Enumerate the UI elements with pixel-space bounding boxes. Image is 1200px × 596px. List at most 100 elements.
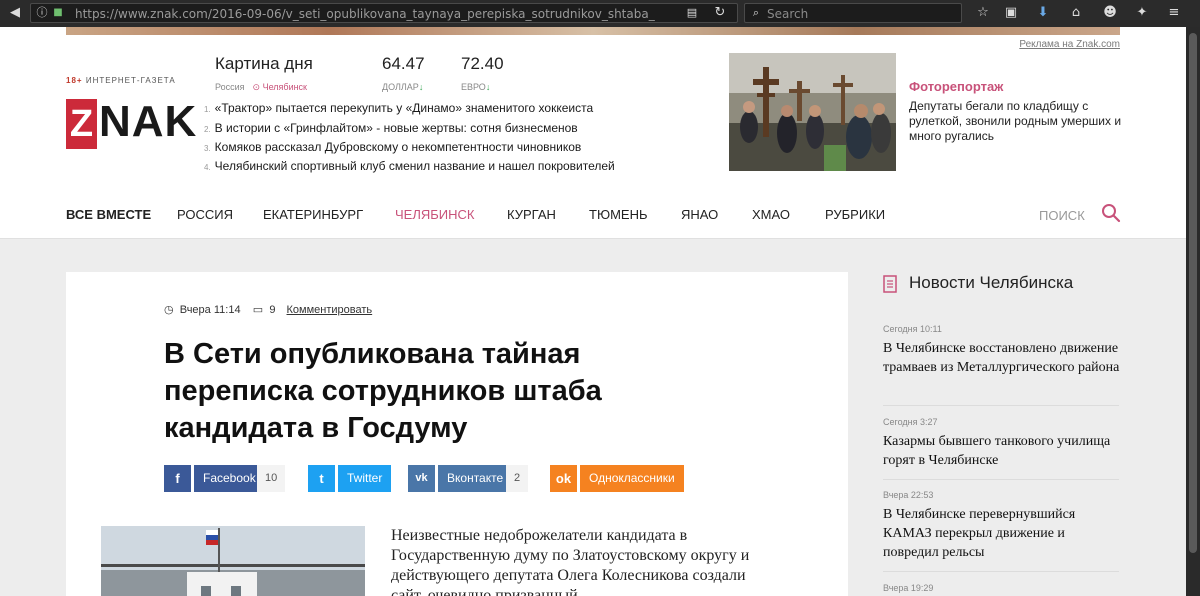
photo-report-label[interactable]: Фоторепортаж [909, 79, 1003, 94]
location-pin-icon: ⊙ [252, 82, 261, 92]
lock-icon: ■ [53, 7, 63, 18]
news-time: Сегодня 10:11 [883, 324, 942, 334]
share-facebook-count: 10 [257, 465, 286, 492]
comment-link[interactable]: Комментировать [287, 304, 373, 316]
headline-text[interactable]: Комяков рассказал Дубровскому о некомпет… [215, 140, 582, 154]
logo-text[interactable]: NAK [99, 97, 197, 147]
top-headline[interactable]: 1. «Трактор» пытается перекупить у «Динам… [204, 101, 593, 115]
nav-item-yanao[interactable]: ЯНАО [681, 207, 718, 222]
back-icon[interactable]: ◀ [6, 4, 24, 22]
page-content: Реклама на Znak.com 18+ ИНТЕРНЕТ-ГАЗЕТА … [0, 27, 1186, 596]
twitter-icon[interactable]: t [308, 465, 335, 492]
article-image[interactable] [101, 526, 365, 596]
nav-item-ekaterinburg[interactable]: ЕКАТЕРИНБУРГ [263, 207, 363, 222]
divider [883, 405, 1119, 406]
share-ok-label[interactable]: Одноклассники [580, 465, 684, 492]
top-headline[interactable]: 4. Челябинский спортивный клуб сменил наз… [204, 159, 615, 173]
home-icon[interactable]: ⌂ [1067, 4, 1085, 22]
browser-toolbar: ◀ ⓘ ■ https://www.znak.com/2016-09-06/v_… [0, 0, 1200, 27]
share-facebook[interactable]: f Facebook 10 [164, 465, 291, 492]
down-arrow-icon: ↓ [418, 82, 424, 92]
day-picture-title[interactable]: Картина дня [215, 54, 313, 74]
clipboard-icon[interactable]: ▣ [1002, 4, 1020, 22]
news-time: Сегодня 3:27 [883, 417, 938, 427]
share-facebook-label[interactable]: Facebook [194, 465, 265, 492]
vk-icon[interactable]: vk [408, 465, 435, 492]
share-ok[interactable]: ok Одноклассники [550, 465, 684, 492]
photo-report-text[interactable]: Депутаты бегали по кладбищу с рулеткой, … [909, 99, 1124, 144]
nav-item-all[interactable]: ВСЕ ВМЕСТЕ [66, 207, 151, 222]
nav-item-russia[interactable]: РОССИЯ [177, 207, 233, 222]
age-rating: 18+ [66, 76, 83, 85]
building-with-flag-photo [101, 526, 365, 596]
news-headline[interactable]: Казармы бывшего танкового училища горят … [883, 432, 1123, 470]
eur-label: ЕВРО↓ [461, 82, 490, 92]
top-ad-banner[interactable] [66, 27, 1120, 35]
article-card: ◷ Вчера 11:14 ▭ 9 Комментировать В Сети … [66, 272, 848, 596]
download-icon[interactable]: ⬇ [1034, 4, 1052, 22]
headline-text[interactable]: В истории с «Гринфлайтом» - новые жертвы… [215, 121, 578, 135]
logo-tagline-text: ИНТЕРНЕТ-ГАЗЕТА [85, 76, 176, 85]
search-input[interactable]: Search [767, 7, 808, 21]
article-time: Вчера 11:14 [179, 304, 241, 316]
down-arrow-icon: ↓ [485, 82, 491, 92]
bookmark-star-icon[interactable]: ☆ [974, 4, 992, 22]
scrollbar-thumb[interactable] [1189, 33, 1197, 553]
article-body: Неизвестные недоброжелатели кандидата в … [391, 527, 750, 596]
share-vk-label[interactable]: Вконтакте [438, 465, 513, 492]
cemetery-photo [729, 53, 896, 171]
top-headline[interactable]: 3. Комяков рассказал Дубровскому о некомп… [204, 140, 581, 154]
comment-count: 9 [269, 304, 276, 316]
nav-search-label[interactable]: ПОИСК [1039, 208, 1085, 223]
divider [883, 571, 1119, 572]
reader-view-icon[interactable]: ▤ [683, 4, 701, 22]
usd-rate: 64.47 [382, 54, 425, 73]
headline-number: 1. [204, 105, 211, 114]
extension-icon[interactable]: ✦ [1133, 4, 1151, 22]
nav-item-hmao[interactable]: ХМАО [752, 207, 790, 222]
menu-icon[interactable]: ≡ [1165, 4, 1183, 22]
clock-icon: ◷ [164, 304, 174, 316]
nav-item-kurgan[interactable]: КУРГАН [507, 207, 556, 222]
news-headline[interactable]: В Челябинске восстановлено движение трам… [883, 339, 1123, 377]
nav-item-chelyabinsk[interactable]: ЧЕЛЯБИНСК [395, 207, 474, 222]
region-city[interactable]: Челябинск [263, 82, 307, 92]
eur-label-text: ЕВРО [461, 82, 486, 92]
top-headline[interactable]: 2. В истории с «Гринфлайтом» - новые жерт… [204, 121, 578, 135]
search-icon: ⌕ [752, 6, 760, 19]
headline-text[interactable]: Челябинский спортивный клуб сменил назва… [215, 159, 615, 173]
url-text[interactable]: https://www.znak.com/2016-09-06/v_seti_o… [75, 7, 655, 21]
odnoklassniki-icon[interactable]: ok [550, 465, 577, 492]
sidebar-title[interactable]: Новости Челябинска [909, 273, 1073, 293]
headline-text[interactable]: «Трактор» пытается перекупить у «Динамо»… [215, 101, 593, 115]
share-twitter-label[interactable]: Twitter [338, 465, 392, 492]
news-time: Вчера 22:53 [883, 490, 934, 500]
divider [883, 479, 1119, 480]
eur-rate: 72.40 [461, 54, 504, 73]
smiley-icon[interactable]: ☻ [1101, 4, 1119, 22]
comment-icon: ▭ [252, 304, 264, 316]
nav-item-tyumen[interactable]: ТЮМЕНЬ [589, 207, 648, 222]
news-list-icon [883, 275, 897, 293]
share-twitter[interactable]: t Twitter [308, 465, 392, 492]
facebook-icon[interactable]: f [164, 465, 191, 492]
search-icon[interactable] [1101, 203, 1121, 223]
share-vk[interactable]: vk Вконтакте 2 [408, 465, 532, 492]
reload-icon[interactable]: ↻ [711, 4, 729, 22]
usd-label: ДОЛЛАР↓ [382, 82, 423, 92]
logo-tagline: 18+ ИНТЕРНЕТ-ГАЗЕТА [66, 76, 176, 85]
search-bar[interactable]: ⌕ Search [744, 3, 962, 23]
usd-label-text: ДОЛЛАР [382, 82, 419, 92]
nav-item-rubrics[interactable]: РУБРИКИ [825, 207, 885, 222]
article-title: В Сети опубликована тайная переписка сот… [164, 338, 602, 444]
region-country[interactable]: Россия [215, 82, 245, 92]
site-header: Реклама на Znak.com 18+ ИНТЕРНЕТ-ГАЗЕТА … [0, 27, 1186, 239]
news-time: Вчера 19:29 [883, 583, 934, 593]
scrollbar[interactable] [1186, 27, 1200, 596]
news-headline[interactable]: В Челябинске перевернувшийся КАМАЗ перек… [883, 505, 1123, 562]
logo-z[interactable]: Z [66, 99, 97, 149]
region-selector[interactable]: Россия ⊙ Челябинск [215, 82, 307, 93]
ad-link[interactable]: Реклама на Znak.com [1019, 39, 1120, 50]
url-bar[interactable]: ⓘ ■ https://www.znak.com/2016-09-06/v_se… [30, 3, 738, 23]
photo-report-image[interactable] [729, 53, 896, 171]
